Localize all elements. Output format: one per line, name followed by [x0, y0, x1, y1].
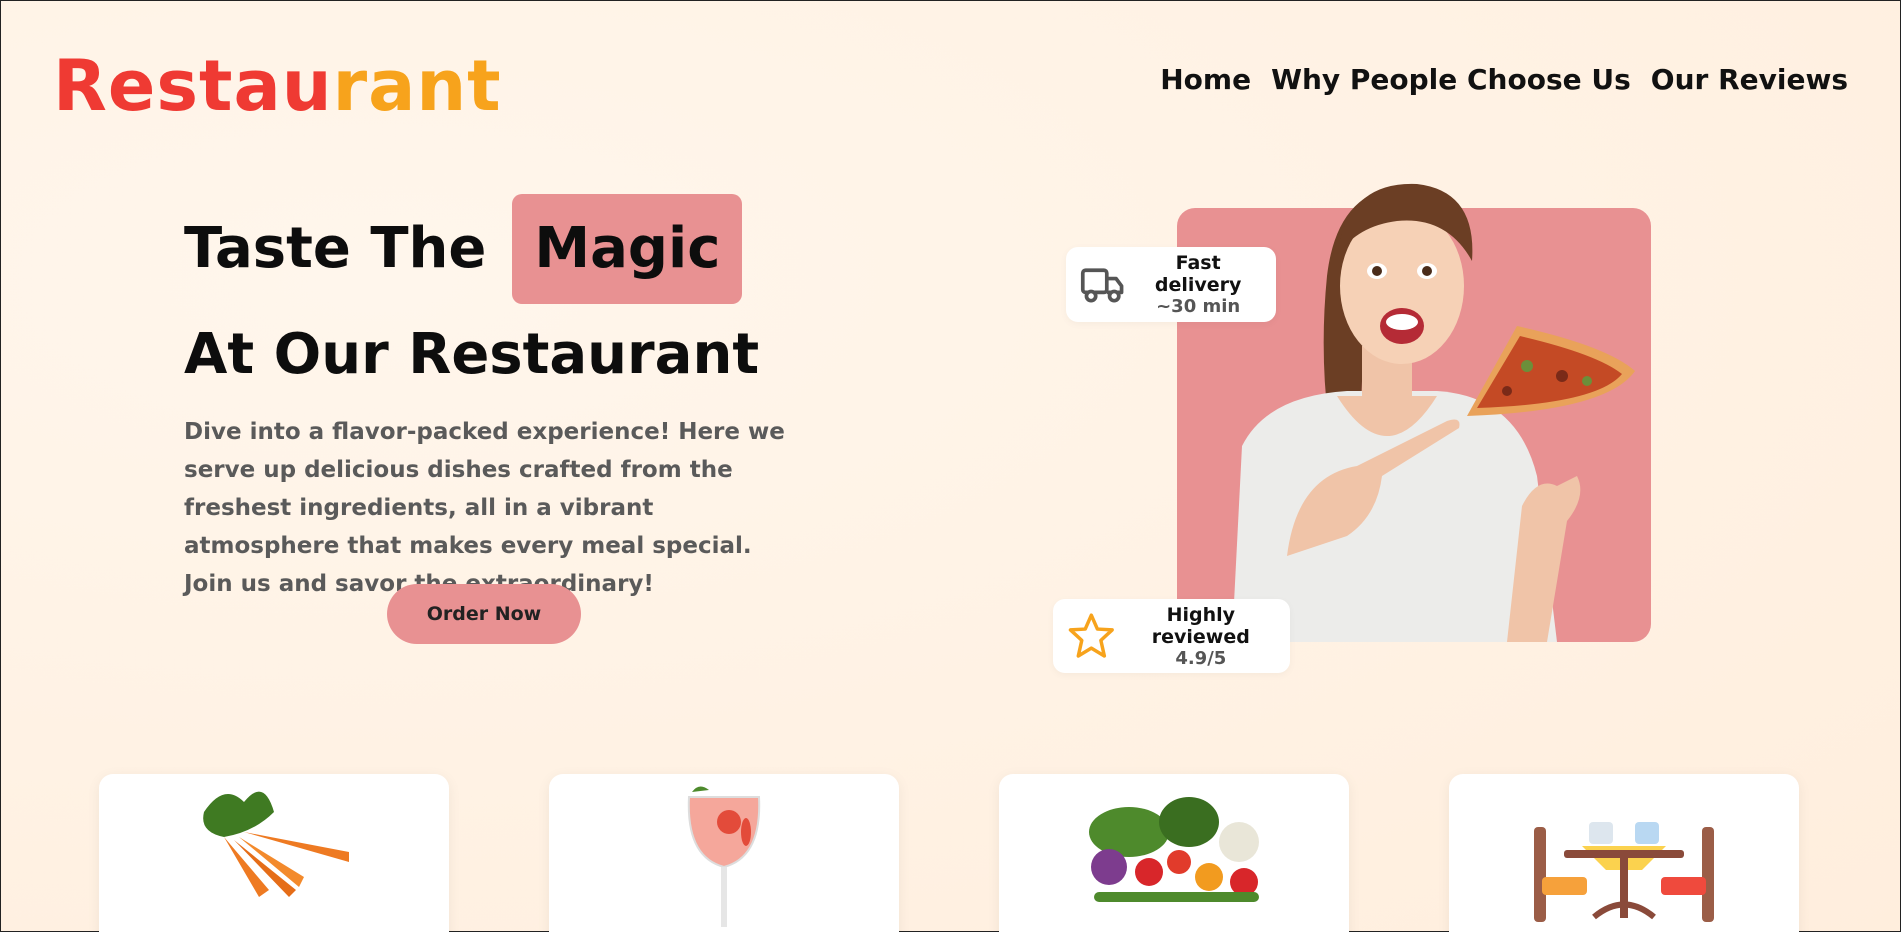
star-icon [1068, 613, 1114, 658]
hero-title-highlight: Magic [512, 194, 743, 304]
fast-delivery-title: Fast delivery [1154, 252, 1242, 296]
drink-glass-image [687, 786, 761, 927]
feature-card[interactable] [999, 774, 1349, 932]
logo-part-orange: rant [332, 45, 502, 127]
hero-title: Taste The Magic At Our Restaurant [184, 193, 759, 405]
carrots-image [203, 791, 349, 897]
logo-part-red: Restau [53, 45, 333, 127]
feature-card[interactable] [1449, 774, 1799, 932]
feature-card[interactable] [549, 774, 899, 932]
highly-reviewed-title: Highly reviewed [1151, 603, 1250, 648]
main-nav: Home Why People Choose Us Our Reviews [1160, 63, 1848, 96]
nav-reviews[interactable]: Our Reviews [1651, 63, 1848, 96]
truck-icon [1080, 267, 1124, 303]
table-chairs-image [1534, 822, 1714, 922]
hero-title-line1: Taste The [184, 216, 487, 281]
vegetables-image [1089, 797, 1259, 902]
hero-title-line2: At Our Restaurant [184, 322, 760, 387]
fast-delivery-badge: Fast delivery ~30 min [1066, 247, 1276, 322]
woman-with-pizza-image [1232, 183, 1635, 642]
nav-home[interactable]: Home [1160, 63, 1251, 96]
feature-card[interactable] [99, 774, 449, 932]
nav-why-choose-us[interactable]: Why People Choose Us [1271, 63, 1631, 96]
fast-delivery-value: ~30 min [1156, 296, 1241, 317]
order-now-button[interactable]: Order Now [387, 584, 581, 644]
hero-description: Dive into a flavor-packed experience! He… [184, 419, 785, 597]
logo[interactable]: Restaurant [53, 41, 502, 131]
highly-reviewed-value: 4.9/5 [1175, 647, 1227, 669]
highly-reviewed-badge: Highly reviewed 4.9/5 [1053, 599, 1290, 673]
